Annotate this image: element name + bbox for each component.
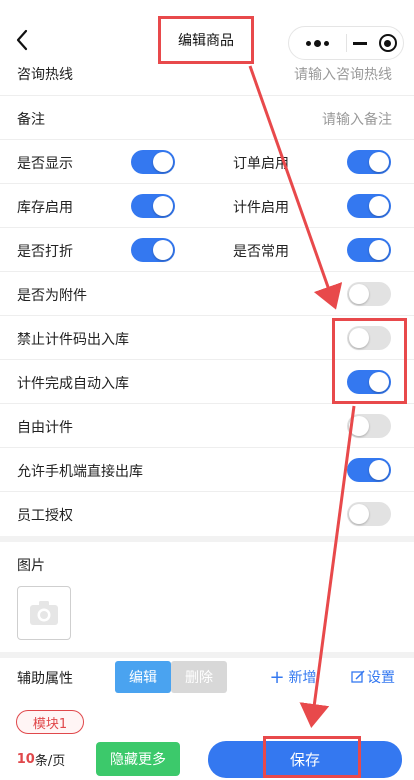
order-enable-toggle[interactable] <box>347 150 391 174</box>
hotline-row: 咨询热线 请输入咨询热线 <box>0 62 414 96</box>
more-dots-icon <box>305 39 329 47</box>
remark-input[interactable]: 请输入备注 <box>322 109 392 129</box>
stock-enable-toggle[interactable] <box>131 194 175 218</box>
plus-icon: + <box>269 666 285 688</box>
hotline-label: 咨询热线 <box>17 67 73 83</box>
section-divider <box>0 536 414 542</box>
forbid-code-row: 禁止计件码出入库 <box>0 316 414 360</box>
free-piece-row: 自由计件 <box>0 404 414 448</box>
remark-row: 备注 请输入备注 <box>0 96 414 140</box>
stock-enable-label: 库存启用 <box>17 200 73 216</box>
attachment-row: 是否为附件 <box>0 272 414 316</box>
discount-toggle[interactable] <box>131 238 175 262</box>
mobile-out-label: 允许手机端直接出库 <box>17 464 143 480</box>
remark-label: 备注 <box>17 112 45 128</box>
hotline-input[interactable]: 请输入咨询热线 <box>294 64 392 84</box>
aux-edit-button[interactable]: 编辑 <box>115 661 171 693</box>
aux-add-label: 新增 <box>288 670 317 686</box>
free-piece-toggle[interactable] <box>347 414 391 438</box>
free-piece-label: 自由计件 <box>17 420 73 436</box>
staff-auth-label: 员工授权 <box>17 508 73 524</box>
auto-stock-toggle[interactable] <box>347 370 391 394</box>
mobile-out-row: 允许手机端直接出库 <box>0 448 414 492</box>
common-label: 是否常用 <box>233 244 289 260</box>
picture-label: 图片 <box>17 558 45 574</box>
aux-settings-button[interactable]: 设置 <box>348 661 398 693</box>
show-label: 是否显示 <box>17 156 73 172</box>
more-menu-button[interactable] <box>289 27 346 59</box>
page-size-unit: 条/页 <box>34 753 66 769</box>
add-photo-button[interactable] <box>17 586 71 640</box>
forbid-code-toggle[interactable] <box>347 326 391 350</box>
page-size-selector[interactable]: 10 条/页 <box>14 744 68 774</box>
page-size-number: 10 <box>16 751 35 767</box>
capsule-actions <box>346 27 403 59</box>
aux-add-button[interactable]: + 新增 <box>263 661 323 693</box>
common-toggle[interactable] <box>347 238 391 262</box>
order-enable-label: 订单启用 <box>233 156 289 172</box>
piece-enable-label: 计件启用 <box>233 200 289 216</box>
edit-pencil-icon <box>351 670 365 683</box>
close-target-icon[interactable] <box>378 34 397 52</box>
mobile-out-toggle[interactable] <box>347 458 391 482</box>
auto-stock-row: 计件完成自动入库 <box>0 360 414 404</box>
forbid-code-label: 禁止计件码出入库 <box>17 332 129 348</box>
section-divider-2 <box>0 652 414 658</box>
minimize-icon[interactable] <box>352 41 367 45</box>
discount-label: 是否打折 <box>17 244 73 260</box>
auto-stock-label: 计件完成自动入库 <box>17 376 129 392</box>
aux-delete-button[interactable]: 删除 <box>171 661 227 693</box>
toggle-row-stock-piece: 库存启用 计件启用 <box>0 184 414 228</box>
attachment-label: 是否为附件 <box>17 288 87 304</box>
save-button[interactable]: 保存 <box>208 741 402 778</box>
camera-icon <box>30 601 58 625</box>
staff-auth-toggle[interactable] <box>347 502 391 526</box>
piece-enable-toggle[interactable] <box>347 194 391 218</box>
aux-label: 辅助属性 <box>17 671 73 687</box>
staff-auth-row: 员工授权 <box>0 492 414 536</box>
toggle-row-show-order: 是否显示 订单启用 <box>0 140 414 184</box>
show-toggle[interactable] <box>131 150 175 174</box>
page-title: 编辑商品 <box>158 16 254 64</box>
attachment-toggle[interactable] <box>347 282 391 306</box>
toggle-row-discount-common: 是否打折 是否常用 <box>0 228 414 272</box>
module-tag[interactable]: 模块1 <box>16 710 84 734</box>
mini-program-capsule <box>288 26 404 60</box>
nav-bar: 编辑商品 <box>0 0 414 64</box>
aux-settings-label: 设置 <box>367 670 395 686</box>
hide-more-button[interactable]: 隐藏更多 <box>96 742 180 776</box>
back-icon[interactable] <box>12 26 34 54</box>
